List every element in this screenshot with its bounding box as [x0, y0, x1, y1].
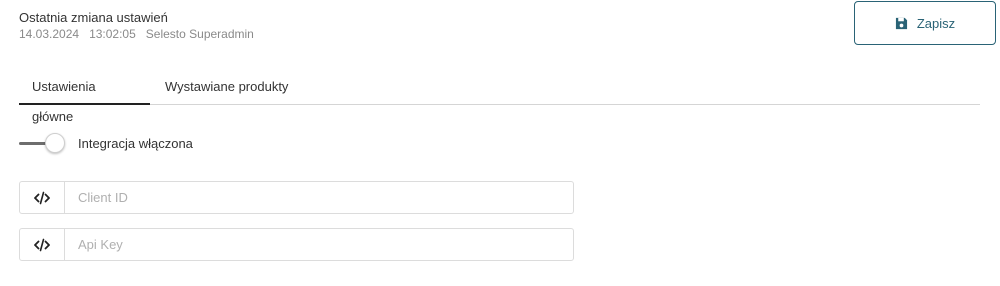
save-button[interactable]: Zapisz [854, 1, 996, 45]
last-change-meta: 14.03.2024 13:02:05 Selesto Superadmin [19, 26, 264, 42]
code-icon [20, 182, 65, 213]
api-key-field [19, 228, 574, 261]
client-id-input[interactable] [65, 182, 573, 213]
settings-tabs: Ustawienia główne Wystawiane produkty [19, 72, 980, 124]
last-change-date: 14.03.2024 [19, 27, 80, 41]
save-button-label: Zapisz [916, 15, 956, 31]
last-change-info: Ostatnia zmiana ustawień 14.03.2024 13:02… [19, 10, 264, 42]
integration-toggle-row: Integracja włączona [19, 131, 193, 155]
integration-settings-page: Ostatnia zmiana ustawień 14.03.2024 13:02… [0, 0, 1000, 286]
client-id-field [19, 181, 574, 214]
toggle-knob [45, 133, 65, 153]
code-icon [20, 229, 65, 260]
last-change-user: Selesto Superadmin [145, 27, 254, 41]
api-key-input[interactable] [65, 229, 573, 260]
tab-listed-products[interactable]: Wystawiane produkty [152, 72, 301, 105]
last-change-time: 13:02:05 [89, 27, 136, 41]
integration-toggle[interactable] [19, 131, 65, 155]
last-change-title: Ostatnia zmiana ustawień [19, 10, 168, 25]
integration-toggle-label: Integracja włączona [78, 135, 193, 151]
tab-main-settings[interactable]: Ustawienia główne [19, 72, 150, 124]
save-icon [895, 17, 908, 30]
